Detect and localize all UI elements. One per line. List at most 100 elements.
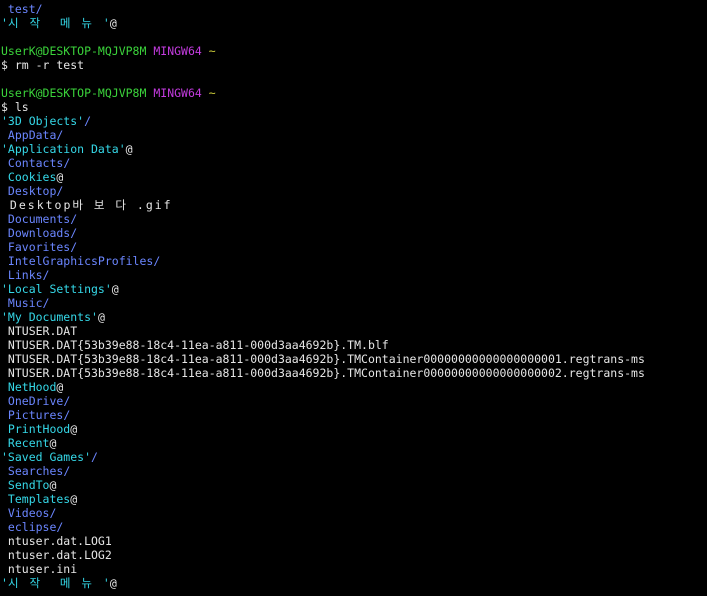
terminal-segment-file: NTUSER.DAT{53b39e88-18c4-11ea-a811-000d3… [1, 352, 645, 366]
terminal-segment-link: 'Saved Games' [1, 450, 92, 464]
terminal-segment-dir: test [1, 2, 36, 16]
terminal-segment-file: NTUSER.DAT{53b39e88-18c4-11ea-a811-000d3… [1, 338, 389, 352]
terminal-segment-file: ntuser.dat.LOG1 [1, 534, 112, 548]
terminal-output: test/'시 작 메 뉴 '@ UserK@DESKTOP-MQJVP8M MI… [1, 2, 707, 590]
terminal-segment-user: UserK@DESKTOP-MQJVP8M [1, 86, 147, 100]
terminal-segment-dir: / [56, 128, 64, 142]
terminal-segment-system: MINGW64 [153, 86, 202, 100]
terminal-segment-suffix: @ [109, 576, 117, 590]
terminal-segment-path: ~ [208, 44, 216, 58]
terminal-line: 'Application Data'@ [1, 142, 707, 156]
terminal-segment-dir: Documents [1, 212, 71, 226]
terminal-segment-file: ntuser.dat.LOG2 [1, 548, 112, 562]
terminal-line: ntuser.dat.LOG1 [1, 534, 707, 548]
terminal-line: Music/ [1, 296, 707, 310]
terminal-segment-link: Templates [1, 492, 71, 506]
terminal-segment-link: '3D Objects' [1, 114, 85, 128]
terminal-segment-file: NTUSER.DAT{53b39e88-18c4-11ea-a811-000d3… [1, 366, 645, 380]
terminal-line: IntelGraphicsProfiles/ [1, 254, 707, 268]
terminal-segment-dir: / [56, 184, 64, 198]
terminal-segment-dir: / [63, 156, 71, 170]
terminal-segment-suffix: @ [49, 436, 57, 450]
terminal-segment-link: PrintHood [1, 422, 71, 436]
terminal-line: AppData/ [1, 128, 707, 142]
terminal-line: Desktop/ [1, 184, 707, 198]
terminal-segment-dir: IntelGraphicsProfiles [1, 254, 154, 268]
terminal-line: SendTo@ [1, 478, 707, 492]
terminal-segment-quote: ' [102, 16, 110, 30]
terminal-segment-user: UserK@DESKTOP-MQJVP8M [1, 44, 147, 58]
terminal-line: 'Saved Games'/ [1, 450, 707, 464]
terminal-line: '시 작 메 뉴 '@ [1, 576, 707, 590]
terminal-line: Templates@ [1, 492, 707, 506]
terminal-segment-suffix: @ [49, 478, 57, 492]
terminal-segment-link: 'Local Settings' [1, 282, 112, 296]
terminal-segment-path: ~ [208, 86, 216, 100]
terminal-window[interactable]: test/'시 작 메 뉴 '@ UserK@DESKTOP-MQJVP8M MI… [0, 0, 707, 596]
terminal-segment-suffix: @ [70, 492, 78, 506]
terminal-segment-suffix: @ [97, 310, 105, 324]
terminal-segment-dir: eclipse [1, 520, 57, 534]
terminal-segment-prompt: $ rm -r test [1, 58, 85, 72]
terminal-segment-quote: ' [1, 16, 8, 30]
terminal-line: $ ls [1, 100, 707, 114]
terminal-segment-dir: Searches [1, 464, 64, 478]
terminal-line: Recent@ [1, 436, 707, 450]
terminal-segment-dir: Contacts [1, 156, 64, 170]
terminal-segment-file: ntuser.ini [1, 562, 78, 576]
terminal-segment-file: NTUSER.DAT [1, 324, 78, 338]
terminal-line: Desktop바 보 다 .gif [1, 198, 707, 212]
terminal-segment-file [202, 86, 209, 100]
terminal-segment-suffix: @ [56, 380, 64, 394]
terminal-segment-dir: / [70, 240, 78, 254]
terminal-line: 'My Documents'@ [1, 310, 707, 324]
terminal-segment-dir: / [70, 226, 78, 240]
terminal-segment-link: Recent [1, 436, 50, 450]
terminal-segment-suffix: @ [125, 142, 133, 156]
terminal-segment-dir: / [63, 394, 71, 408]
terminal-segment-link: 시 작 메 뉴 [7, 576, 103, 590]
terminal-segment-system: MINGW64 [153, 44, 202, 58]
terminal-line: Pictures/ [1, 408, 707, 422]
terminal-segment-dir: Downloads [1, 226, 71, 240]
terminal-line: ntuser.dat.LOG2 [1, 548, 707, 562]
terminal-segment-dir: OneDrive [1, 394, 64, 408]
terminal-segment-dir: AppData [1, 128, 57, 142]
terminal-segment-link: 'My Documents' [1, 310, 98, 324]
terminal-line: $ rm -r test [1, 58, 707, 72]
terminal-segment-link: Cookies [1, 170, 57, 184]
terminal-segment-suffix: @ [111, 282, 119, 296]
terminal-segment-file [202, 44, 209, 58]
terminal-segment-dir: Favorites [1, 240, 71, 254]
terminal-segment-link: 'Application Data' [1, 142, 126, 156]
terminal-line: UserK@DESKTOP-MQJVP8M MINGW64 ~ [1, 44, 707, 58]
terminal-segment-dir: / [153, 254, 161, 268]
terminal-line: ntuser.ini [1, 562, 707, 576]
terminal-line: Cookies@ [1, 170, 707, 184]
terminal-segment-dir: / [49, 506, 57, 520]
terminal-segment-link: 시 작 메 뉴 [7, 16, 103, 30]
terminal-line: eclipse/ [1, 520, 707, 534]
terminal-line: '3D Objects'/ [1, 114, 707, 128]
terminal-segment-dir: / [70, 212, 78, 226]
terminal-segment-link: SendTo [1, 478, 50, 492]
terminal-segment-dir: / [63, 464, 71, 478]
terminal-segment-dir: / [35, 2, 43, 16]
terminal-segment-file: Desktop바 보 다 .gif [1, 198, 173, 212]
terminal-line: NTUSER.DAT{53b39e88-18c4-11ea-a811-000d3… [1, 352, 707, 366]
terminal-line: Searches/ [1, 464, 707, 478]
terminal-line: Favorites/ [1, 240, 707, 254]
terminal-segment-suffix: @ [109, 16, 117, 30]
terminal-segment-dir: Music [1, 296, 43, 310]
terminal-segment-dir: / [56, 520, 64, 534]
terminal-segment-dir: / [91, 450, 98, 464]
terminal-line: Documents/ [1, 212, 707, 226]
terminal-segment-dir: Videos [1, 506, 50, 520]
terminal-line: NTUSER.DAT{53b39e88-18c4-11ea-a811-000d3… [1, 366, 707, 380]
terminal-line: Videos/ [1, 506, 707, 520]
terminal-segment-dir: / [84, 114, 92, 128]
terminal-line: Links/ [1, 268, 707, 282]
terminal-line: NTUSER.DAT [1, 324, 707, 338]
